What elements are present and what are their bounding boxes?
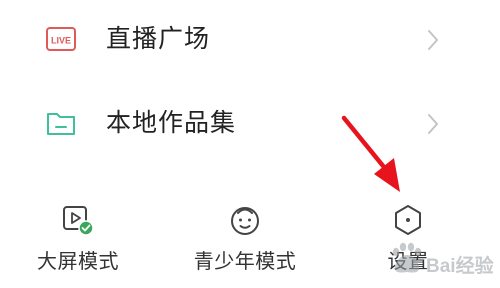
chevron-right-icon (428, 114, 438, 134)
teen-face-icon (231, 207, 259, 235)
menu-item-local-works[interactable]: 本地作品集 (0, 94, 500, 154)
teen-mode-label: 青少年模式 (193, 249, 297, 273)
big-screen-play-icon (63, 206, 94, 236)
menu-item-label: 本地作品集 (106, 108, 237, 137)
menu-item-label: 直播广场 (106, 24, 211, 53)
teen-mode-button[interactable]: 青少年模式 (185, 196, 305, 280)
baidu-watermark-logo: Bai经验 (392, 242, 495, 277)
big-screen-mode-button[interactable]: 大屏模式 (30, 196, 126, 280)
chevron-right-icon (428, 30, 438, 50)
big-screen-mode-label: 大屏模式 (37, 249, 119, 273)
folder-icon (47, 113, 75, 135)
live-icon: LIVE (46, 27, 76, 51)
watermark-text: Bai经验 (426, 254, 495, 277)
settings-hexagon-icon (395, 205, 421, 235)
svg-text:LIVE: LIVE (51, 36, 71, 46)
menu-item-live-square[interactable]: LIVE 直播广场 (0, 10, 500, 70)
annotation-arrow-icon (341, 115, 400, 192)
